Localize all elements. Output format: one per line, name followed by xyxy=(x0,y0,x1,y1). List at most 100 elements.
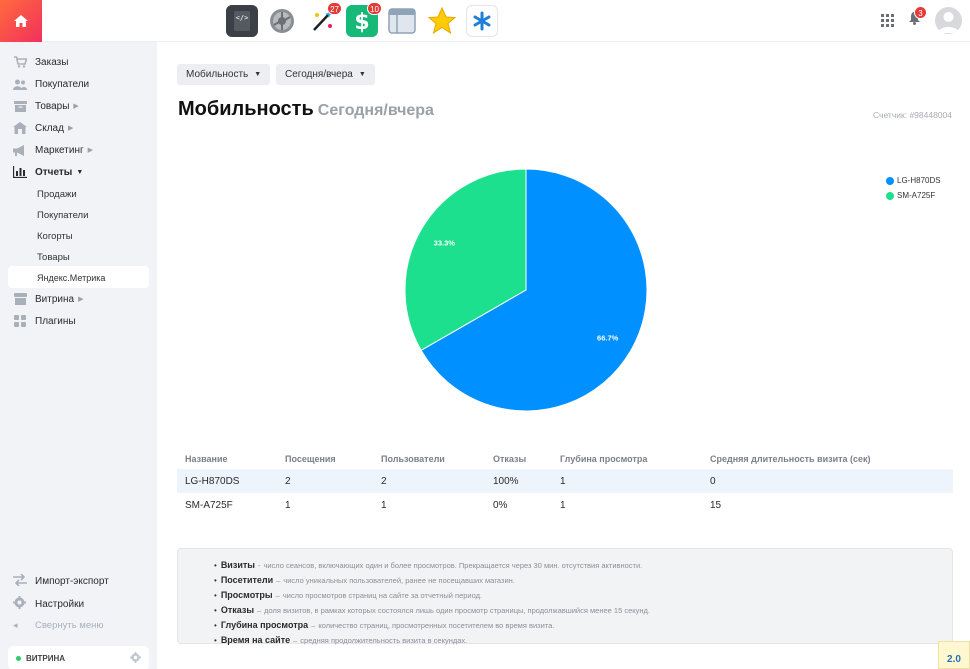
sidebar-item-marketing[interactable]: Маркетинг ▶ xyxy=(13,141,93,159)
sidebar-item-orders[interactable]: Заказы xyxy=(13,53,68,71)
code-editor-app[interactable]: </> xyxy=(226,5,258,37)
legend-dot xyxy=(886,191,894,200)
glossary-item: • Время на сайте – средняя продолжительност… xyxy=(214,633,952,648)
glossary-text: число просмотров страниц на сайте за отч… xyxy=(282,591,483,600)
code-icon: </> xyxy=(234,11,250,31)
glossary-separator: – xyxy=(257,606,262,615)
table-cell: 2 xyxy=(373,469,485,493)
table-cell: 1 xyxy=(560,499,566,511)
sidebar: Заказы Покупатели Товары ▶ Склад ▶ Марке… xyxy=(0,42,157,669)
sidebar-item-label: Покупатели xyxy=(35,78,90,90)
table-row[interactable]: LG-H870DS 2 2 100% 1 0 xyxy=(177,469,953,493)
report-subitem-customers[interactable]: Покупатели xyxy=(37,210,88,221)
glossary-item: • Глубина просмотра – количество страниц, п… xyxy=(214,618,952,633)
legend-item[interactable]: SM-A725F xyxy=(886,191,941,200)
chevron-down-icon: ▼ xyxy=(76,168,84,176)
glossary-separator: – xyxy=(276,576,281,585)
legend-label: SM-A725F xyxy=(897,191,936,200)
app-badge: 27 xyxy=(327,2,342,15)
chevron-right-icon: ▶ xyxy=(87,147,94,154)
sidebar-item-products[interactable]: Товары ▶ xyxy=(13,97,79,115)
chevron-right-icon: ▶ xyxy=(73,103,79,110)
cashback-app[interactable]: $ 10 xyxy=(346,2,382,37)
version-badge[interactable]: 2.0 xyxy=(938,641,970,669)
pie-chart: 66.7% 33.3% xyxy=(404,168,648,412)
report-subitem-cohorts[interactable]: Когорты xyxy=(37,231,73,242)
glossary-item: • Посетители – число уникальных пользовател… xyxy=(214,573,952,588)
asterisk-app[interactable] xyxy=(466,5,498,37)
import-export-link[interactable]: Импорт-экспорт xyxy=(13,573,109,589)
column-header: Посещения xyxy=(285,454,336,464)
report-subitem-yandex-metrika[interactable]: Яндекс.Метрика xyxy=(37,273,105,283)
cart-icon xyxy=(13,55,27,69)
main-content: Мобильность ▼ Сегодня/вчера ▼ Мобильност… xyxy=(157,42,970,669)
glossary-text: средняя продолжительность визита в секун… xyxy=(300,636,468,645)
storefront-label: ВИТРИНА xyxy=(26,653,66,663)
glossary-separator: - xyxy=(257,561,261,570)
table-cell: 0 xyxy=(702,469,953,493)
megaphone-icon xyxy=(13,143,27,157)
glossary-separator: – xyxy=(311,621,316,630)
notifications-badge: 3 xyxy=(914,6,927,19)
glossary-text: количество страниц, просмотренных посети… xyxy=(318,621,555,630)
column-header: Глубина просмотра xyxy=(560,454,648,464)
sidebar-item-customers[interactable]: Покупатели xyxy=(13,75,89,93)
chevron-right-icon: ▶ xyxy=(78,296,84,303)
settings-app[interactable] xyxy=(266,5,298,37)
gear-icon[interactable] xyxy=(130,652,141,663)
table-cell: LG-H870DS xyxy=(177,469,277,493)
sidebar-item-label: Товары xyxy=(35,100,70,112)
table-row[interactable]: SM-A725F 1 1 0% 1 15 xyxy=(177,493,953,517)
window-icon xyxy=(388,8,416,34)
sidebar-item-plugins[interactable]: Плагины xyxy=(13,312,76,330)
asterisk-icon xyxy=(473,11,491,31)
table-cell: 2 xyxy=(277,469,373,493)
window-app[interactable] xyxy=(386,5,418,37)
storefront-icon xyxy=(13,292,27,306)
home-button[interactable] xyxy=(0,0,42,42)
glossary-item: • Просмотры – число просмотров страниц на с… xyxy=(214,588,952,603)
legend-dot xyxy=(886,176,894,185)
glossary-item: • Визиты - число сеансов, включающих один и… xyxy=(214,558,952,573)
exchange-icon xyxy=(13,573,27,589)
table-cell: 0% xyxy=(493,499,508,511)
settings-link[interactable]: Настройки xyxy=(13,596,84,612)
stats-table: Название Посещения Пользователи Отказы Г… xyxy=(177,449,953,517)
storefront-status[interactable]: ВИТРИНА xyxy=(8,646,149,669)
report-subitem-sales[interactable]: Продажи xyxy=(37,189,77,200)
sidebar-item-storefront[interactable]: Витрина ▶ xyxy=(13,290,83,308)
glossary-text: доля визитов, в рамках которых состоялся… xyxy=(264,606,650,615)
apps-grid-icon[interactable] xyxy=(881,14,894,27)
legend-item[interactable]: LG-H870DS xyxy=(886,176,941,185)
glossary-term: Просмотры xyxy=(220,590,273,600)
sidebar-item-label: Витрина xyxy=(35,293,75,305)
svg-text:</>: </> xyxy=(236,14,249,22)
top-bar: </> 27 $ 10 3 xyxy=(0,0,970,42)
status-dot xyxy=(16,655,21,661)
settings-label: Настройки xyxy=(35,598,85,610)
report-subitem-products[interactable]: Товары xyxy=(37,252,70,263)
sidebar-item-label: Заказы xyxy=(35,56,69,68)
avatar[interactable] xyxy=(935,7,962,34)
sidebar-item-warehouse[interactable]: Склад ▶ xyxy=(13,119,73,137)
collapse-menu-link[interactable]: ◂ Свернуть меню xyxy=(13,620,104,631)
column-header: Средняя длительность визита (сек) xyxy=(710,454,871,464)
import-export-label: Импорт-экспорт xyxy=(35,576,109,587)
table-cell: 100% xyxy=(485,469,552,493)
user-icon xyxy=(938,12,959,33)
magic-app[interactable]: 27 xyxy=(306,2,342,37)
table-cell: SM-A725F xyxy=(185,499,233,511)
star-icon xyxy=(427,6,457,35)
metrics-glossary: • Визиты - число сеансов, включающих один и… xyxy=(177,548,953,645)
table-cell: 1 xyxy=(552,469,702,493)
glossary-text: число сеансов, включающих один и более п… xyxy=(263,561,643,570)
legend-label: LG-H870DS xyxy=(897,176,941,185)
star-app[interactable] xyxy=(426,5,458,37)
users-icon xyxy=(13,77,27,91)
sidebar-item-label: Плагины xyxy=(35,315,76,327)
glossary-term: Время на сайте xyxy=(220,635,291,645)
header-actions: 3 xyxy=(881,6,962,34)
slice-data-label: 66.7% xyxy=(597,333,619,342)
sidebar-item-reports[interactable]: Отчеты ▼ xyxy=(13,163,83,181)
notifications-button[interactable]: 3 xyxy=(908,6,927,30)
